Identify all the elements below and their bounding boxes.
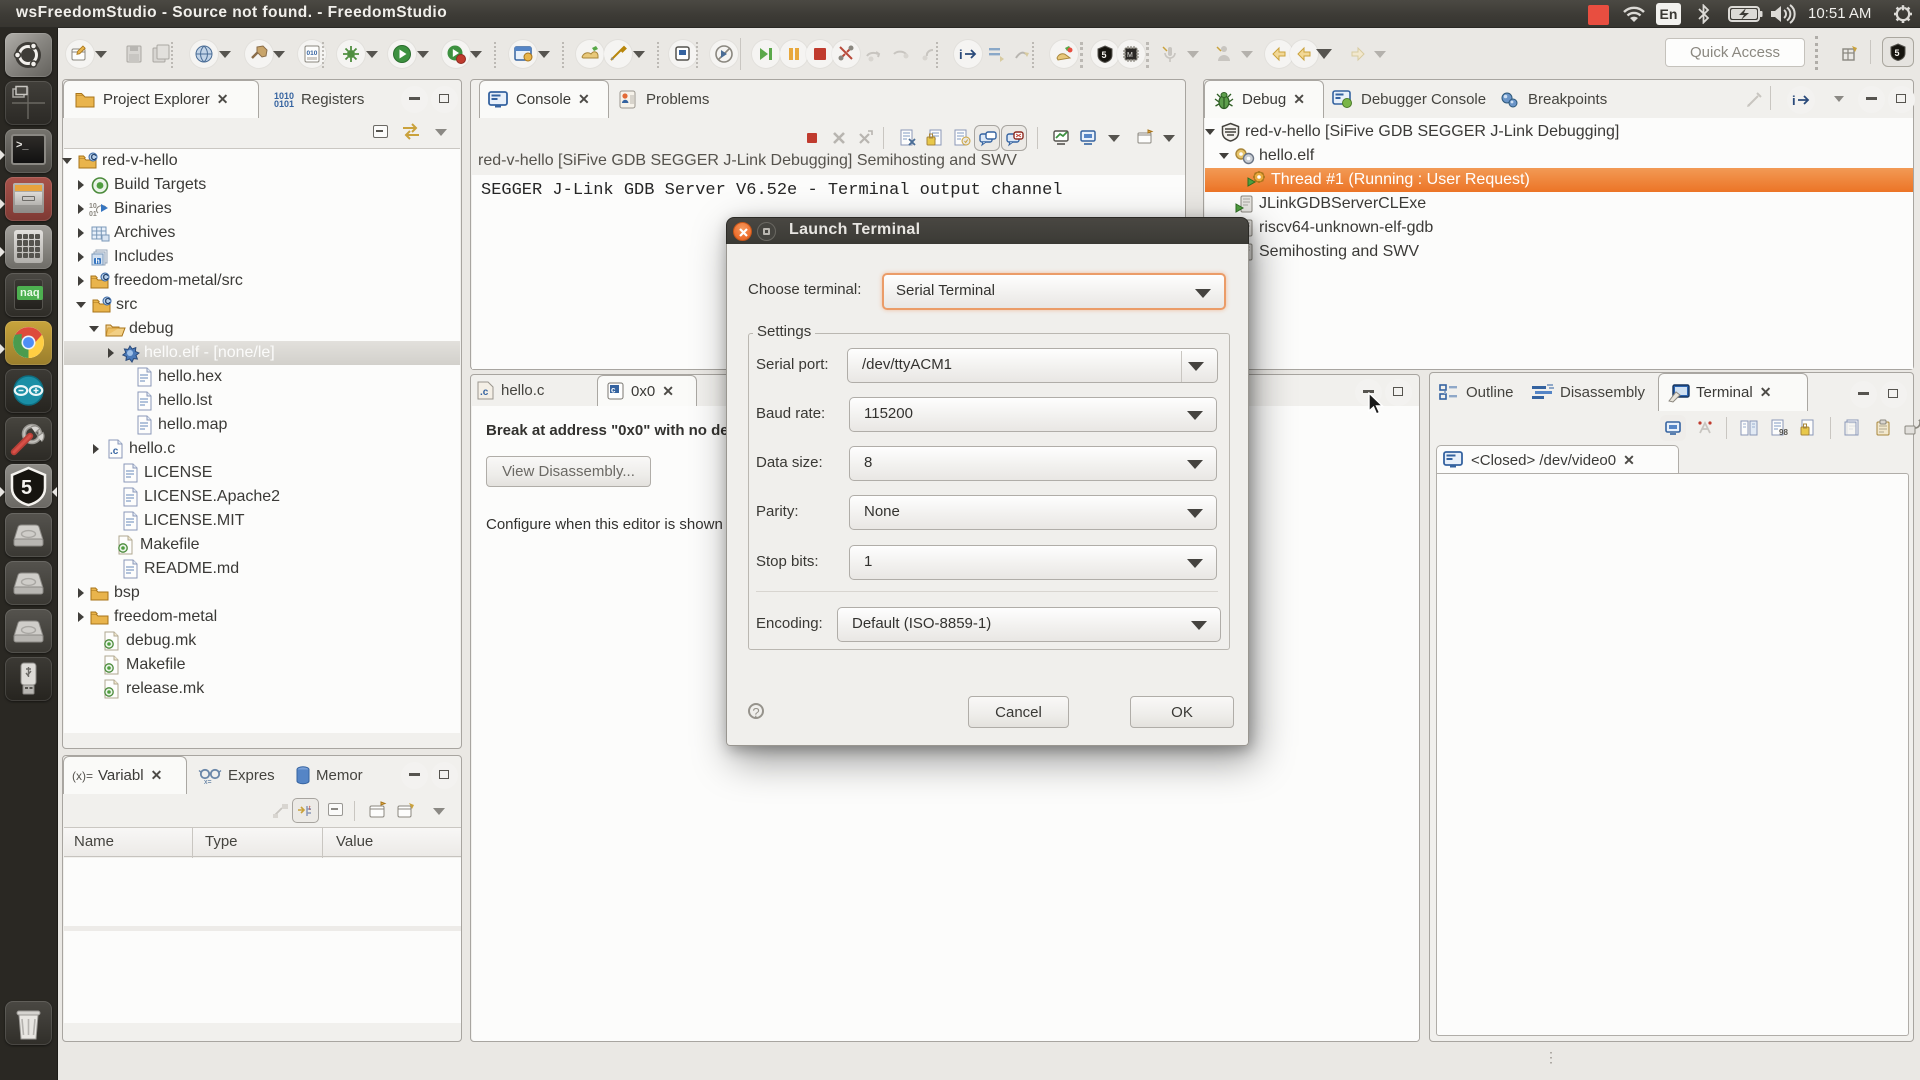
svg-text:5: 5 (1895, 48, 1900, 58)
svg-text:x=: x= (204, 779, 212, 785)
svg-text:5: 5 (21, 477, 32, 499)
svg-text:C: C (90, 153, 96, 162)
svg-text:i: i (1792, 93, 1796, 108)
svg-text:C: C (104, 297, 110, 306)
svg-text:010: 010 (307, 50, 318, 57)
svg-text:i: i (959, 47, 963, 62)
svg-text:h: h (95, 258, 99, 265)
svg-text:.c: .c (480, 387, 489, 398)
svg-text:C: C (102, 273, 108, 282)
svg-text:5: 5 (1102, 50, 1107, 60)
svg-text:.c: .c (110, 446, 119, 457)
svg-text:M: M (1127, 52, 1133, 59)
svg-text:c: c (611, 386, 616, 395)
svg-text:01: 01 (89, 211, 97, 218)
svg-text:98: 98 (1779, 428, 1788, 437)
svg-text:10: 10 (89, 203, 97, 210)
